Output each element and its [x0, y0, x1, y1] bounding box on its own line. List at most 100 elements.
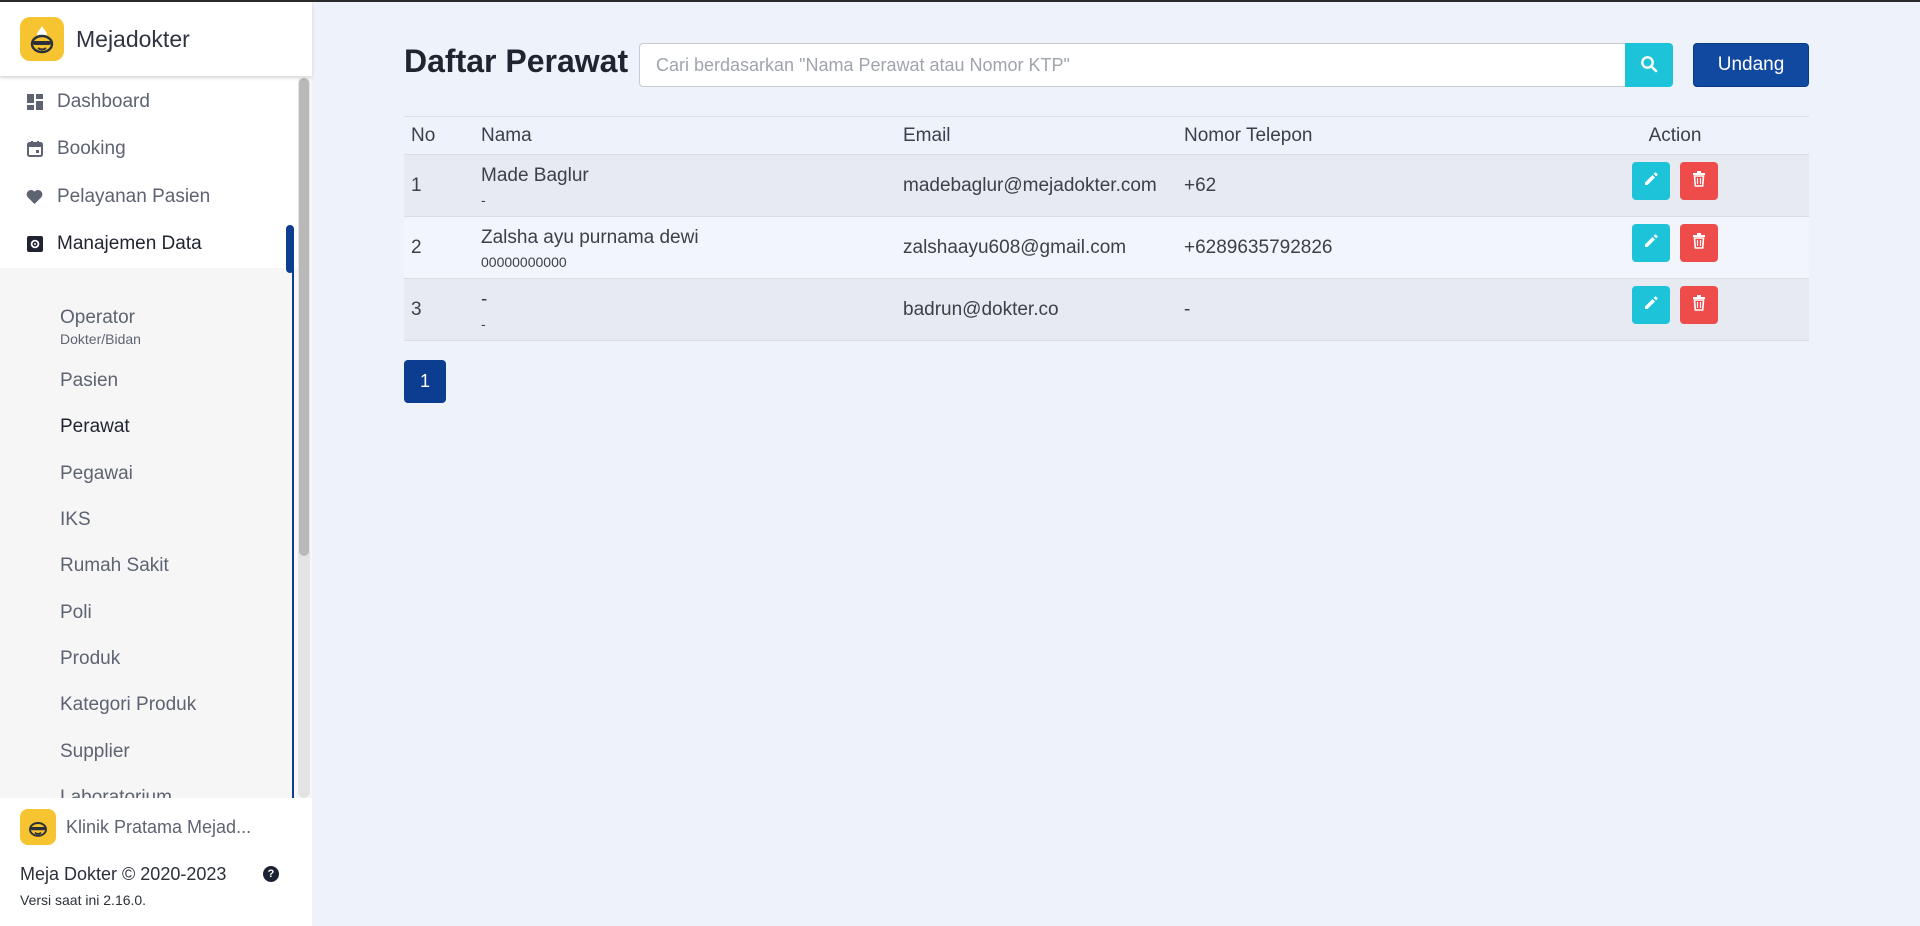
subitem-label: IKS	[60, 509, 91, 531]
subitem-label: Pegawai	[60, 462, 133, 484]
nurse-name: Zalsha ayu purnama dewi	[481, 226, 699, 248]
invite-button[interactable]: Undang	[1693, 43, 1809, 87]
subitem-label: Laboratorium	[60, 786, 172, 798]
delete-button[interactable]	[1680, 285, 1718, 324]
search-icon	[1640, 55, 1658, 76]
sidebar-subitem-pasien[interactable]: Pasien	[0, 358, 298, 404]
sidebar-subitem-laboratorium[interactable]: Laboratorium	[0, 775, 298, 798]
copyright-text: Meja Dokter © 2020-2023	[20, 864, 227, 884]
subitem-label: Perawat	[60, 416, 130, 438]
nurse-table: No Nama Email Nomor Telepon Action 1 Mad…	[404, 116, 1809, 341]
sidebar-item-label: Pelayanan Pasien	[57, 185, 211, 207]
nurse-id-number: -	[481, 191, 486, 208]
subitem-label: Supplier	[60, 740, 130, 762]
subitem-sublabel: Dokter/Bidan	[60, 331, 141, 347]
column-header-action: Action	[1648, 124, 1702, 146]
version-text: Versi saat ini 2.16.0.	[20, 892, 147, 908]
nurse-id-number: -	[481, 315, 486, 332]
mejadokter-logo-icon	[20, 17, 64, 61]
sidebar-subitem-kategori-produk[interactable]: Kategori Produk	[0, 682, 298, 728]
gear-icon	[26, 236, 43, 253]
subitem-label: Poli	[60, 601, 92, 623]
column-header-phone: Nomor Telepon	[1184, 124, 1313, 146]
brand-header[interactable]: Mejadokter	[0, 2, 312, 76]
edit-button[interactable]	[1632, 161, 1670, 200]
sidebar-subitem-supplier[interactable]: Supplier	[0, 728, 298, 774]
sidebar-subitem-poli[interactable]: Poli	[0, 589, 298, 635]
sidebar-scrollbar[interactable]	[298, 78, 310, 798]
help-icon[interactable]: ?	[263, 866, 279, 882]
sidebar-item-booking[interactable]: Booking	[0, 126, 298, 174]
cell-phone: +62	[1184, 174, 1217, 196]
cell-email: badrun@dokter.co	[903, 298, 1059, 320]
cell-name: - -	[474, 289, 896, 331]
pencil-icon	[1643, 295, 1659, 314]
trash-icon	[1692, 171, 1706, 190]
cell-action	[1541, 161, 1809, 200]
cell-no: 1	[411, 174, 422, 196]
sidebar-subitem-iks[interactable]: IKS	[0, 497, 298, 543]
heart-icon	[26, 188, 43, 205]
cell-name: Zalsha ayu purnama dewi 00000000000	[474, 227, 896, 269]
cell-phone: +6289635792826	[1184, 236, 1333, 258]
clinic-switcher[interactable]: Klinik Pratama Mejad...	[0, 798, 312, 848]
cell-email: madebaglur@mejadokter.com	[903, 174, 1157, 196]
cell-no: 2	[411, 236, 422, 258]
sidebar-item-manajemen-data[interactable]: Manajemen Data	[0, 221, 298, 272]
sidebar-footer: Klinik Pratama Mejad... Meja Dokter © 20…	[0, 798, 312, 926]
sidebar-item-pelayanan-pasien[interactable]: Pelayanan Pasien	[0, 173, 298, 221]
nurse-name: -	[481, 288, 488, 310]
column-header-no: No	[411, 124, 436, 146]
sidebar-subitem-produk[interactable]: Produk	[0, 636, 298, 682]
pencil-icon	[1643, 233, 1659, 252]
search-input[interactable]	[639, 43, 1625, 87]
delete-button[interactable]	[1680, 161, 1718, 200]
subitem-label: Produk	[60, 647, 121, 669]
sidebar-subitem-operator[interactable]: Operator Dokter/Bidan	[0, 296, 298, 358]
sidebar-item-dashboard[interactable]: Dashboard	[0, 78, 298, 126]
table-header: No Nama Email Nomor Telepon Action	[404, 116, 1809, 155]
nurse-id-number: 00000000000	[481, 253, 567, 270]
sidebar-subnav: Operator Dokter/Bidan Pasien Perawat Peg…	[0, 268, 298, 798]
cell-name: Made Baglur -	[474, 165, 896, 207]
subitem-label: Pasien	[60, 370, 119, 392]
brand-name: Mejadokter	[76, 25, 190, 52]
dashboard-icon	[26, 93, 43, 110]
scrollbar-thumb[interactable]	[299, 78, 309, 556]
calendar-icon	[26, 141, 43, 158]
sidebar-item-label: Manajemen Data	[57, 233, 202, 255]
column-header-name: Nama	[481, 124, 532, 146]
trash-icon	[1692, 295, 1706, 314]
cell-phone: -	[1184, 298, 1191, 320]
sidebar-item-label: Dashboard	[57, 90, 150, 112]
subitem-label: Kategori Produk	[60, 694, 197, 716]
pencil-icon	[1643, 171, 1659, 190]
page-title: Daftar Perawat	[404, 43, 629, 79]
sidebar-subitem-perawat[interactable]: Perawat	[0, 404, 298, 450]
cell-no: 3	[411, 298, 422, 320]
edit-button[interactable]	[1632, 285, 1670, 324]
delete-button[interactable]	[1680, 223, 1718, 262]
sidebar-nav: Dashboard Booking Pelayanan Pasien Manaj…	[0, 78, 298, 798]
column-header-email: Email	[903, 124, 951, 146]
clinic-logo-icon	[20, 809, 56, 845]
sidebar-subitem-pegawai[interactable]: Pegawai	[0, 451, 298, 497]
edit-button[interactable]	[1632, 223, 1670, 262]
cell-action	[1541, 223, 1809, 262]
trash-icon	[1692, 233, 1706, 252]
nurse-name: Made Baglur	[481, 164, 589, 186]
sidebar: Mejadokter Dashboard Booking Pelayanan P…	[0, 2, 312, 926]
search-button[interactable]	[1625, 43, 1673, 87]
table-row: 1 Made Baglur - madebaglur@mejadokter.co…	[404, 155, 1809, 217]
sidebar-item-label: Booking	[57, 138, 126, 160]
table-row: 3 - - badrun@dokter.co -	[404, 279, 1809, 341]
cell-action	[1541, 285, 1809, 324]
subitem-label: Rumah Sakit	[60, 555, 169, 577]
clinic-name: Klinik Pratama Mejad...	[66, 816, 252, 837]
table-row: 2 Zalsha ayu purnama dewi 00000000000 za…	[404, 217, 1809, 279]
cell-email: zalshaayu608@gmail.com	[903, 236, 1127, 258]
sidebar-subitem-rumah-sakit[interactable]: Rumah Sakit	[0, 543, 298, 589]
search-bar	[639, 43, 1673, 87]
subitem-label: Operator	[60, 307, 135, 328]
pagination-page-1[interactable]: 1	[404, 360, 446, 403]
